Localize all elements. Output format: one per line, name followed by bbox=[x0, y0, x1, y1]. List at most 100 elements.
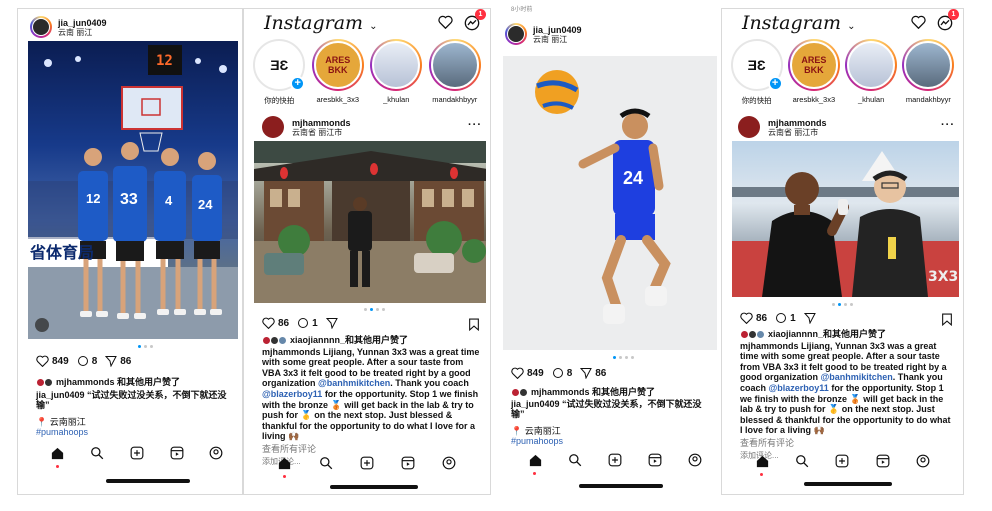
caption-username[interactable]: mjhammonds bbox=[262, 347, 321, 357]
liked-by-text[interactable]: xiaojiannnn_和其他用户赞了 bbox=[768, 329, 886, 340]
profile-icon[interactable] bbox=[440, 454, 458, 472]
avatar[interactable] bbox=[30, 16, 52, 38]
comment-icon[interactable] bbox=[297, 317, 309, 329]
jersey-number: 33 bbox=[120, 191, 138, 208]
reels-icon[interactable] bbox=[399, 454, 417, 472]
profile-icon[interactable] bbox=[686, 451, 704, 469]
reels-icon[interactable] bbox=[874, 452, 892, 470]
caption-username[interactable]: jia_jun0409 bbox=[36, 390, 85, 400]
comment-icon[interactable] bbox=[775, 312, 787, 324]
notification-badge: 1 bbox=[475, 9, 486, 20]
story-item[interactable]: ƎƐ + 你的快拍 bbox=[730, 39, 784, 111]
bookmark-icon[interactable] bbox=[468, 318, 480, 331]
create-icon[interactable] bbox=[606, 451, 624, 469]
create-icon[interactable] bbox=[358, 454, 376, 472]
home-icon[interactable] bbox=[753, 452, 771, 476]
caption-location[interactable]: 📍 云南丽江 bbox=[511, 426, 715, 437]
instagram-top-bar: Instagram ⌄ 1 bbox=[722, 9, 963, 37]
liked-by-text[interactable]: xiaojiannnn_和其他用户赞了 bbox=[290, 335, 408, 346]
post-caption-block: mjhammonds 和其他用户赞了 jia_jun0409 “试过失败过没关系… bbox=[511, 387, 715, 447]
post-photo[interactable]: 24 bbox=[503, 56, 717, 350]
search-icon[interactable] bbox=[566, 451, 584, 469]
post-header: jia_jun0409 云南 丽江 bbox=[18, 9, 242, 45]
post-username[interactable]: mjhammonds bbox=[292, 118, 351, 128]
share-icon[interactable] bbox=[803, 312, 816, 324]
post-location[interactable]: 云南省 丽江市 bbox=[292, 128, 351, 137]
liked-by-text[interactable]: mjhammonds 和其他用户赞了 bbox=[56, 377, 180, 388]
search-icon[interactable] bbox=[317, 454, 335, 472]
heart-icon[interactable] bbox=[36, 355, 49, 367]
post-username[interactable]: mjhammonds bbox=[768, 118, 827, 128]
caption-text: . Thank you coach bbox=[390, 378, 469, 389]
post-location[interactable]: 云南 丽江 bbox=[533, 35, 582, 44]
mention-link[interactable]: @banhmikitchen bbox=[821, 372, 893, 382]
story-item[interactable]: _khulan bbox=[844, 39, 898, 111]
comment-icon[interactable] bbox=[552, 367, 564, 379]
comment-icon[interactable] bbox=[77, 355, 89, 367]
more-options-icon[interactable]: ··· bbox=[468, 119, 482, 131]
story-item[interactable]: mandakhbyyr bbox=[428, 39, 482, 111]
caption-username[interactable]: mjhammonds bbox=[740, 341, 799, 351]
add-story-icon[interactable]: + bbox=[767, 76, 783, 91]
add-story-icon[interactable]: + bbox=[290, 76, 306, 91]
activity-heart-icon[interactable] bbox=[438, 15, 454, 31]
caption-username[interactable]: jia_jun0409 bbox=[511, 399, 560, 409]
like-count: 849 bbox=[527, 367, 544, 379]
reels-icon[interactable] bbox=[168, 444, 186, 462]
instagram-logo[interactable]: Instagram ⌄ bbox=[264, 12, 377, 34]
home-indicator bbox=[579, 484, 663, 488]
story-label: 你的快拍 bbox=[741, 96, 772, 105]
story-item[interactable]: _khulan bbox=[369, 39, 423, 111]
avatar[interactable] bbox=[505, 23, 527, 45]
create-icon[interactable] bbox=[833, 452, 851, 470]
post-location[interactable]: 云南省 丽江市 bbox=[768, 128, 827, 137]
activity-heart-icon[interactable] bbox=[911, 15, 927, 31]
heart-icon[interactable] bbox=[740, 312, 753, 324]
heart-icon[interactable] bbox=[511, 367, 524, 379]
comment-count: 1 bbox=[312, 317, 318, 329]
home-icon[interactable] bbox=[276, 454, 294, 478]
post-photo[interactable]: 3X3 bbox=[732, 141, 959, 297]
post-username[interactable]: jia_jun0409 bbox=[58, 18, 107, 28]
home-icon[interactable] bbox=[49, 444, 67, 468]
search-icon[interactable] bbox=[793, 452, 811, 470]
home-indicator bbox=[330, 485, 418, 489]
post-username[interactable]: jia_jun0409 bbox=[533, 25, 582, 35]
caption-location[interactable]: 📍 云南丽江 bbox=[36, 417, 236, 428]
avatar[interactable] bbox=[262, 116, 284, 138]
story-item[interactable]: ƎƐ + 你的快拍 bbox=[252, 39, 306, 111]
share-icon[interactable] bbox=[105, 355, 118, 367]
heart-icon[interactable] bbox=[262, 317, 275, 329]
profile-icon[interactable] bbox=[207, 444, 225, 462]
mention-link[interactable]: @banhmikitchen bbox=[318, 378, 390, 388]
reels-icon[interactable] bbox=[646, 451, 664, 469]
create-icon[interactable] bbox=[128, 444, 146, 462]
story-item[interactable]: ARES BKK aresbkk_3x3 bbox=[311, 39, 365, 111]
story-label: aresbkk_3x3 bbox=[792, 95, 836, 104]
story-item[interactable]: ARES BKK aresbkk_3x3 bbox=[787, 39, 841, 111]
share-icon[interactable] bbox=[580, 367, 593, 379]
avatar[interactable] bbox=[738, 116, 760, 138]
carousel-dots bbox=[138, 345, 153, 348]
messenger-icon[interactable]: 1 bbox=[937, 9, 959, 31]
post-location[interactable]: 云南 丽江 bbox=[58, 28, 107, 37]
mention-link[interactable]: @blazerboy11 bbox=[262, 389, 322, 399]
share-icon[interactable] bbox=[325, 317, 338, 329]
hashtag-link[interactable]: #pumahoops bbox=[36, 427, 236, 438]
bookmark-icon[interactable] bbox=[941, 313, 953, 326]
story-item[interactable]: mandakhbyyr bbox=[901, 39, 955, 111]
profile-icon[interactable] bbox=[914, 452, 932, 470]
story-label: mandakhbyyr bbox=[905, 95, 951, 104]
search-icon[interactable] bbox=[88, 444, 106, 462]
post-photo[interactable]: 12 省体育局 12 33 4 24 bbox=[28, 41, 238, 339]
messenger-icon[interactable]: 1 bbox=[464, 9, 486, 31]
liked-by-text[interactable]: mjhammonds 和其他用户赞了 bbox=[531, 387, 655, 398]
stories-row: ƎƐ + 你的快拍 ARES BKK aresbkk_3x3 _khulan man… bbox=[244, 39, 490, 111]
home-icon[interactable] bbox=[526, 451, 544, 475]
bottom-tab-bar bbox=[244, 449, 490, 478]
more-options-icon[interactable]: ··· bbox=[941, 119, 955, 131]
mention-link[interactable]: @blazerboy11 bbox=[769, 383, 829, 393]
instagram-logo[interactable]: Instagram ⌄ bbox=[742, 12, 855, 34]
post-header: mjhammonds 云南省 丽江市 ··· bbox=[722, 109, 963, 145]
post-photo[interactable] bbox=[254, 141, 486, 303]
